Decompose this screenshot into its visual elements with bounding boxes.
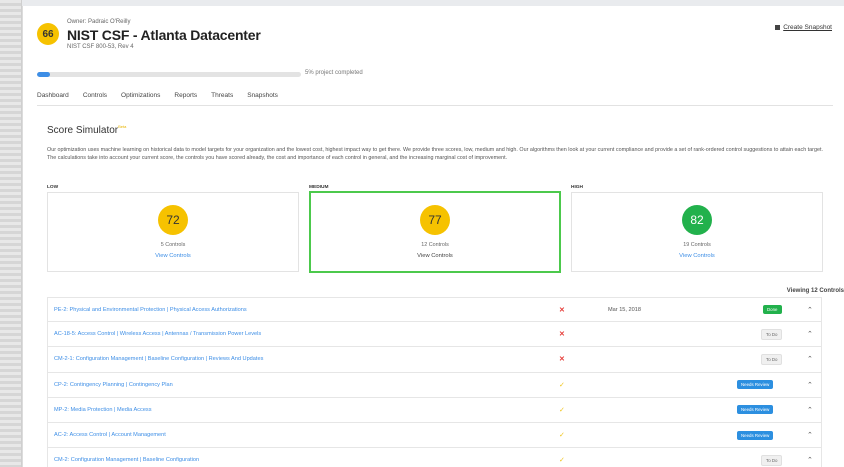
control-row: CP-2: Contingency Planning | Contingency… — [47, 372, 822, 398]
project-score-badge: 66 — [37, 23, 59, 45]
control-link[interactable]: CM-2: Configuration Management | Baselin… — [54, 457, 199, 463]
score-simulator-description: Our optimization uses machine learning o… — [47, 147, 823, 162]
control-link[interactable]: AC-2: Access Control | Account Managemen… — [54, 432, 166, 438]
create-snapshot-label: Create Snapshot — [783, 24, 832, 31]
chevron-up-icon[interactable]: ⌃ — [807, 456, 813, 464]
tab-dashboard[interactable]: Dashboard — [37, 92, 69, 105]
tier-label-low: LOW — [47, 185, 59, 190]
chevron-up-icon[interactable]: ⌃ — [807, 330, 813, 338]
view-controls-low-link[interactable]: View Controls — [155, 253, 191, 259]
score-simulator-title: Score SimulatorBeta — [47, 124, 127, 136]
score-card-high[interactable]: 82 19 Controls View Controls — [571, 192, 823, 272]
tab-optimizations[interactable]: Optimizations — [121, 92, 160, 105]
check-icon: ✓ — [559, 457, 565, 465]
medium-score-circle: 77 — [420, 205, 450, 235]
control-row: AC-2: Access Control | Account Managemen… — [47, 422, 822, 449]
project-framework: NIST CSF 800-53, Rev 4 — [67, 44, 134, 50]
snapshot-icon — [775, 25, 781, 30]
chevron-up-icon[interactable]: ⌃ — [807, 406, 813, 414]
fail-icon: ✕ — [559, 331, 565, 339]
project-owner: Owner: Padraic O'Reilly — [67, 19, 131, 25]
status-badge-done[interactable]: Done — [763, 305, 782, 315]
low-score-circle: 72 — [158, 205, 188, 235]
view-controls-high-link[interactable]: View Controls — [679, 253, 715, 259]
control-link[interactable]: CP-2: Contingency Planning | Contingency… — [54, 382, 173, 388]
control-link[interactable]: AC-18-5: Access Control | Wireless Acces… — [54, 331, 261, 337]
check-icon: ✓ — [559, 406, 565, 414]
tier-label-high: HIGH — [571, 185, 583, 190]
tab-reports[interactable]: Reports — [174, 92, 197, 105]
status-badge-needs-review[interactable]: Needs Review — [737, 430, 774, 440]
score-card-low[interactable]: 72 5 Controls View Controls — [47, 192, 299, 272]
tab-threats[interactable]: Threats — [211, 92, 233, 105]
view-controls-medium-link[interactable]: View Controls — [417, 253, 453, 259]
left-sidebar-strip — [0, 0, 22, 467]
chevron-up-icon[interactable]: ⌃ — [807, 431, 813, 439]
status-badge-todo[interactable]: To Do — [761, 454, 783, 466]
page-title: NIST CSF - Atlanta Datacenter — [67, 27, 261, 43]
status-badge-todo[interactable]: To Do — [761, 353, 783, 365]
status-badge-todo[interactable]: To Do — [761, 328, 783, 340]
control-row: PE-2: Physical and Environmental Protect… — [47, 297, 822, 323]
beta-tag: Beta — [118, 124, 127, 129]
check-icon: ✓ — [559, 432, 565, 440]
control-link[interactable]: MP-2: Media Protection | Media Access — [54, 407, 152, 413]
control-list: PE-2: Physical and Environmental Protect… — [47, 297, 822, 467]
project-page: 66 Owner: Padraic O'Reilly NIST CSF - At… — [22, 6, 844, 467]
control-row: MP-2: Media Protection | Media Access ✓ … — [47, 397, 822, 423]
tab-snapshots[interactable]: Snapshots — [247, 92, 278, 105]
viewing-count: Viewing 12 Controls — [786, 288, 844, 294]
chevron-up-icon[interactable]: ⌃ — [807, 381, 813, 389]
create-snapshot-link[interactable]: Create Snapshot — [775, 24, 832, 31]
check-icon: ✓ — [559, 381, 565, 389]
high-score-circle: 82 — [682, 205, 712, 235]
project-tabs: Dashboard Controls Optimizations Reports… — [37, 92, 833, 106]
medium-control-count: 12 Controls — [421, 242, 449, 248]
control-row: AC-18-5: Access Control | Wireless Acces… — [47, 322, 822, 348]
tab-controls[interactable]: Controls — [83, 92, 107, 105]
tier-label-medium: MEDIUM — [309, 185, 329, 190]
status-badge-needs-review[interactable]: Needs Review — [737, 405, 774, 415]
control-date: Mar 15, 2018 — [608, 306, 641, 313]
fail-icon: ✕ — [559, 356, 565, 364]
chevron-up-icon[interactable]: ⌃ — [807, 355, 813, 363]
high-control-count: 19 Controls — [683, 242, 711, 248]
control-link[interactable]: CM-2-1: Configuration Management | Basel… — [54, 356, 263, 362]
fail-icon: ✕ — [559, 306, 565, 314]
score-card-medium[interactable]: 77 12 Controls View Controls — [309, 191, 561, 273]
project-progress-fill — [37, 72, 51, 77]
project-progress-bar — [37, 72, 301, 77]
status-badge-needs-review[interactable]: Needs Review — [737, 380, 774, 390]
control-row: CM-2: Configuration Management | Baselin… — [47, 448, 822, 467]
control-row: CM-2-1: Configuration Management | Basel… — [47, 347, 822, 373]
control-link[interactable]: PE-2: Physical and Environmental Protect… — [54, 307, 247, 313]
low-control-count: 5 Controls — [160, 242, 186, 248]
project-progress-label: 5% project completed — [305, 70, 363, 76]
chevron-up-icon[interactable]: ⌃ — [807, 306, 813, 314]
score-simulator-title-text: Score Simulator — [47, 125, 119, 136]
